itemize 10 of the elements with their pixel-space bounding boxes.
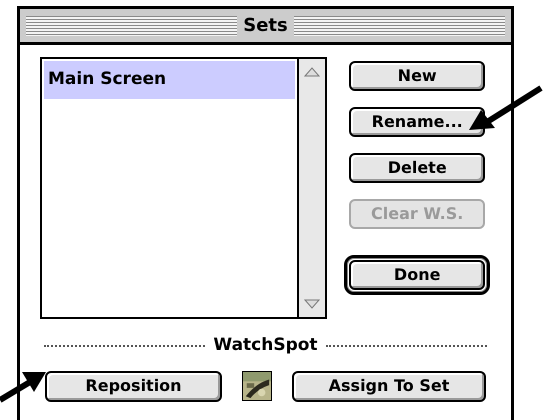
push-button[interactable]: Assign To Set (292, 370, 486, 402)
done-button[interactable]: Done (349, 260, 486, 290)
push-button[interactable]: Delete (349, 153, 486, 183)
list-item[interactable]: Main Screen (44, 61, 296, 98)
push-button[interactable]: Reposition (45, 370, 222, 402)
push-button[interactable]: New (349, 61, 486, 91)
window-title: Sets (243, 14, 288, 38)
push-button[interactable]: Rename... (349, 107, 486, 137)
section-heading: WatchSpot (213, 334, 318, 357)
scroll-bar[interactable] (297, 59, 326, 317)
